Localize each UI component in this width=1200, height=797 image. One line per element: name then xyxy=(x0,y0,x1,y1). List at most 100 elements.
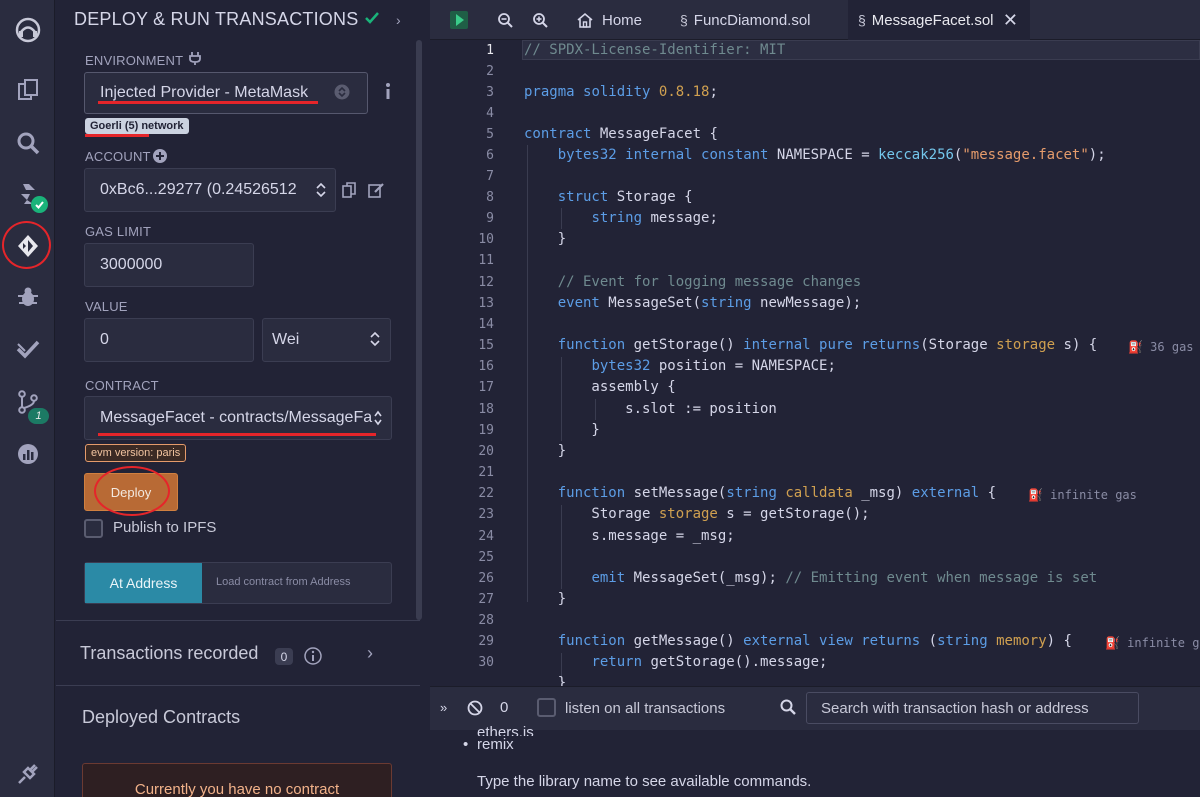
transactions-section[interactable]: Transactions recorded 0 › xyxy=(56,620,420,684)
value-label: VALUE xyxy=(85,299,128,314)
line-number: 18 xyxy=(478,402,494,417)
line-number: 3 xyxy=(486,85,494,100)
code-line-3: pragma solidity 0.8.18; xyxy=(524,84,718,100)
code-line-8: struct Storage { xyxy=(557,189,693,205)
code-line-17: assembly { xyxy=(524,379,676,395)
debugger-icon[interactable] xyxy=(0,273,55,321)
code-line-13: event MessageSet(string newMessage); xyxy=(557,295,862,311)
analytics-icon[interactable] xyxy=(0,430,55,478)
gas-limit-input[interactable]: 3000000 xyxy=(84,243,254,287)
edit-icon[interactable] xyxy=(368,182,384,198)
plugin-manager-icon[interactable] xyxy=(0,750,55,797)
publish-ipfs-label: Publish to IPFS xyxy=(113,519,217,536)
editor-tabs: Home § FuncDiamond.sol § MessageFacet.so… xyxy=(430,0,1200,40)
deploy-highlight-ring xyxy=(2,221,51,269)
account-label: ACCOUNT xyxy=(85,149,151,164)
gas-hint-setmessage: ⛽ infinite gas xyxy=(1028,488,1137,502)
environment-underline xyxy=(98,101,318,104)
code-line-22: function setMessage(string calldata _msg… xyxy=(557,485,997,501)
no-contract-message: Currently you have no contract xyxy=(134,781,340,797)
info-icon[interactable] xyxy=(384,82,392,102)
terminal-line-remix[interactable]: remix xyxy=(477,736,514,753)
line-number: 2 xyxy=(486,64,494,79)
tab-messagefacet-label: MessageFacet.sol xyxy=(871,11,994,29)
network-underline xyxy=(85,134,149,137)
evm-version-badge: evm version: paris xyxy=(85,444,187,462)
account-value: 0xBc6...29277 (0.24526512 xyxy=(100,181,297,198)
code-line-27: } xyxy=(524,591,567,607)
collapse-terminal-icon[interactable]: » xyxy=(440,700,447,715)
code-line-6: bytes32 internal constant NAMESPACE = ke… xyxy=(557,147,1106,163)
deploy-panel: DEPLOY & RUN TRANSACTIONS › ENVIRONMENT … xyxy=(56,0,420,797)
load-contract-input[interactable]: Load contract from Address xyxy=(216,576,351,588)
line-number: 20 xyxy=(478,444,494,459)
check-icon xyxy=(365,12,379,24)
copy-icon[interactable] xyxy=(342,182,356,198)
git-changes-badge: 1 xyxy=(28,408,49,424)
line-number: 15 xyxy=(478,338,494,353)
close-tab-icon[interactable]: ✕ xyxy=(1003,10,1018,31)
terminal-line-help: Type the library name to see available c… xyxy=(477,773,812,790)
line-number: 26 xyxy=(478,571,494,586)
code-line-18: s.slot := position xyxy=(524,401,777,417)
at-address-button[interactable]: At Address xyxy=(85,563,202,603)
unit-testing-icon[interactable] xyxy=(0,325,55,373)
terminal-toolbar: » 0 listen on all transactions Search wi… xyxy=(430,686,1200,730)
transactions-recorded-label: Transactions recorded xyxy=(80,643,259,663)
file-explorer-icon[interactable] xyxy=(0,66,55,114)
environment-label: ENVIRONMENT xyxy=(85,53,184,68)
listen-checkbox[interactable] xyxy=(537,698,556,717)
code-line-30: return getStorage().message; xyxy=(591,654,828,670)
contract-value: MessageFacet - contracts/MessageFa xyxy=(100,409,373,426)
zoom-in-icon[interactable] xyxy=(525,0,555,40)
code-line-16: bytes32 position = NAMESPACE; xyxy=(591,358,836,374)
gas-limit-label: GAS LIMIT xyxy=(85,224,152,239)
line-number: 24 xyxy=(478,529,494,544)
line-number: 16 xyxy=(478,359,494,374)
remix-logo-icon[interactable] xyxy=(0,6,55,54)
environment-select[interactable]: Injected Provider - MetaMask xyxy=(84,72,368,114)
clear-console-icon[interactable] xyxy=(467,700,483,716)
account-select[interactable]: 0xBc6...29277 (0.24526512 xyxy=(84,168,336,212)
play-icon[interactable] xyxy=(450,11,468,29)
line-number: 17 xyxy=(478,380,494,395)
value-input[interactable]: 0 xyxy=(84,318,254,362)
terminal-output: ethers.js • remix Type the library name … xyxy=(430,724,1200,797)
solidity-file-icon: § xyxy=(858,12,866,28)
tab-home[interactable]: Home xyxy=(566,0,652,40)
line-number: 23 xyxy=(478,507,494,522)
chevron-right-icon[interactable]: › xyxy=(367,643,373,664)
tab-messagefacet[interactable]: § MessageFacet.sol ✕ xyxy=(848,0,1030,40)
value-unit: Wei xyxy=(272,331,300,348)
panel-scrollbar[interactable] xyxy=(416,40,422,620)
code-line-12: // Event for logging message changes xyxy=(557,274,862,290)
code-editor[interactable]: 1 2 3 4 5 6 7 8 9 10 11 12 13 14 15 16 17 18 19 20 21 22 23 24 2… xyxy=(430,40,1200,686)
tab-funcdiamond[interactable]: § FuncDiamond.sol xyxy=(670,0,821,40)
chevron-right-icon[interactable]: › xyxy=(396,12,401,28)
line-number: 28 xyxy=(478,613,494,628)
terminal-line-ethers[interactable]: ethers.js xyxy=(477,724,534,736)
line-number: 11 xyxy=(478,253,494,268)
search-icon[interactable] xyxy=(0,119,55,167)
publish-ipfs-checkbox[interactable] xyxy=(84,519,103,538)
add-account-icon[interactable] xyxy=(153,149,167,163)
tab-home-label: Home xyxy=(602,11,643,29)
info-circle-icon[interactable] xyxy=(304,647,322,665)
panel-title: DEPLOY & RUN TRANSACTIONS xyxy=(74,9,359,29)
code-line-23: Storage storage s = getStorage(); xyxy=(524,506,870,522)
solidity-compiler-icon[interactable] xyxy=(0,170,55,218)
search-icon xyxy=(780,699,796,715)
tab-funcdiamond-label: FuncDiamond.sol xyxy=(693,11,811,29)
network-badge: Goerli (5) network xyxy=(85,118,189,134)
line-number: 14 xyxy=(478,317,494,332)
transaction-search-input[interactable]: Search with transaction hash or address xyxy=(806,692,1139,724)
line-number: 5 xyxy=(486,127,494,142)
deployed-contracts-section: Deployed Contracts Currently you have no… xyxy=(56,685,420,797)
run-button[interactable] xyxy=(430,0,488,40)
code-line-26: emit MessageSet(_msg); // Emitting event… xyxy=(591,570,1098,586)
code-line-24: s.message = _msg; xyxy=(524,528,735,544)
home-icon xyxy=(577,12,593,28)
plug-icon xyxy=(189,52,201,65)
line-number: 1 xyxy=(486,43,494,58)
zoom-out-icon[interactable] xyxy=(490,0,520,40)
